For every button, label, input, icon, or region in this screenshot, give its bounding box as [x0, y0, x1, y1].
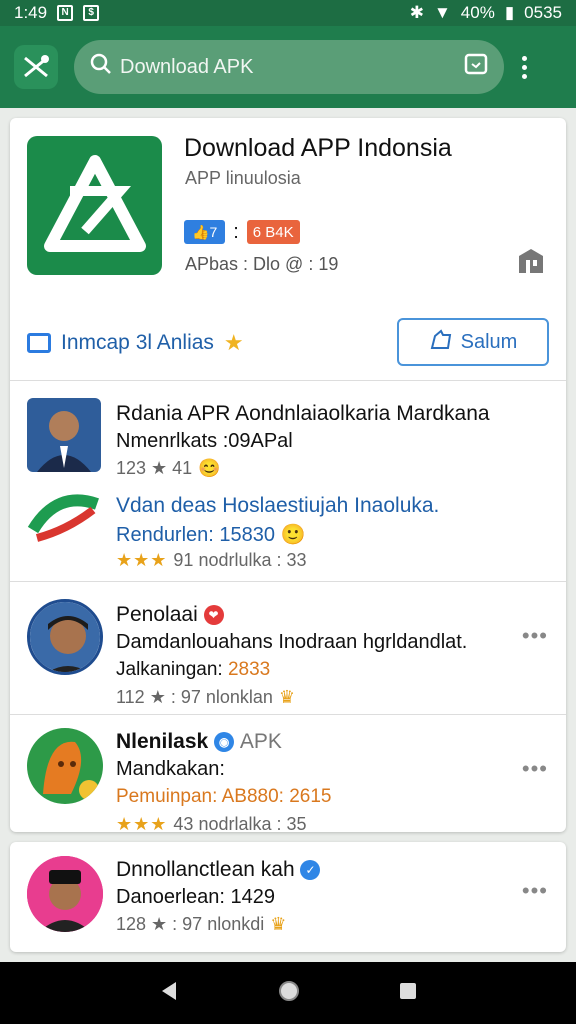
- status-clock-right: 0535: [524, 3, 562, 22]
- salam-button[interactable]: Salum: [397, 318, 549, 366]
- recents-icon[interactable]: [398, 981, 418, 1006]
- search-icon: [90, 53, 112, 81]
- item-meta: 123 ★ 41 😊: [116, 458, 221, 478]
- home-icon[interactable]: [277, 979, 301, 1008]
- item-title: Dnnollanctlean kah ✓: [116, 858, 321, 882]
- action-row: Inmcap 3l Anlias ★ Salum: [27, 318, 549, 366]
- character-avatar: [27, 728, 103, 804]
- item-title: Vdan deas Hoslaestiujah Inaoluka.: [116, 494, 440, 517]
- app-icon: [27, 136, 162, 275]
- app-title: Download APP Indonsia: [184, 134, 452, 162]
- item-meta: ★★★ 43 nodrlalka : 35: [116, 814, 307, 834]
- status-bar: 1:49 N $ ✱ ▼ 40% ▮ 0535: [0, 0, 576, 26]
- item-subtitle: Damdanlouahans Inodraan hgrldandlat.: [116, 631, 468, 653]
- item-detail: Jalkaningan: 2833: [116, 659, 271, 680]
- like-badge: 👍 7: [184, 220, 226, 244]
- list-item[interactable]: Rdania APR Aondnlaiaolkaria Mardkana Nme…: [10, 380, 566, 478]
- main-card: Download APP Indonsia APP linuulosia 👍 7 …: [10, 118, 566, 834]
- money-notification-icon: $: [83, 5, 100, 21]
- more-options-icon[interactable]: •••: [522, 756, 548, 782]
- list-item[interactable]: Penolaai ❤ Damdanlouahans Inodraan hgrld…: [10, 581, 566, 713]
- item-title: Nlenilask ◉ APK: [116, 730, 282, 753]
- badge-separator: :: [233, 220, 239, 243]
- wifi-icon: ▼: [433, 3, 451, 22]
- hand-icon: [429, 328, 453, 356]
- item-title: Rdania APR Aondnlaiaolkaria Mardkana: [116, 402, 490, 425]
- avatar: [27, 599, 103, 675]
- more-options-icon[interactable]: •••: [522, 623, 548, 649]
- search-input[interactable]: Download APK: [74, 40, 504, 94]
- app-logo-icon[interactable]: [14, 45, 58, 89]
- system-nav-bar: [0, 962, 576, 1024]
- battery-percent: 40%: [460, 3, 495, 22]
- more-options-icon[interactable]: •••: [522, 878, 548, 904]
- building-icon[interactable]: [516, 246, 546, 276]
- item-title: Penolaai ❤: [116, 603, 224, 627]
- app-subtitle: APP linuulosia: [185, 168, 301, 188]
- info-link-label: Inmcap 3l Anlias: [61, 331, 214, 354]
- avatar: [27, 856, 103, 932]
- star-icon: ★: [223, 330, 244, 355]
- item-subtitle: Rendurlen: 15830 🙂: [116, 524, 306, 546]
- item-meta: ★★★ 91 nodrlulka : 33: [116, 550, 307, 570]
- status-time: 1:49: [14, 3, 48, 22]
- wave-logo-icon: [27, 490, 103, 550]
- item-meta: 128 ★ : 97 nlonkdi ♛: [116, 914, 287, 934]
- item-subtitle: Mandkakan:: [116, 758, 225, 780]
- app-badges: 👍 7 : 6 B4K: [184, 220, 300, 244]
- app-meta: APbas : Dlo @ : 19: [185, 254, 339, 274]
- window-icon: [27, 333, 51, 353]
- back-icon[interactable]: [158, 980, 180, 1007]
- notification-icon: N: [57, 5, 74, 21]
- search-placeholder: Download APK: [120, 55, 254, 78]
- bluetooth-icon: ✱: [409, 3, 424, 22]
- item-subtitle: Danoerlean: 1429: [116, 886, 276, 908]
- crown-icon: ♛: [270, 914, 287, 934]
- battery-icon: ▮: [504, 3, 515, 22]
- emoji-icon: 😊: [198, 458, 221, 478]
- crown-icon: ♛: [278, 687, 296, 707]
- heart-badge-icon: ❤: [203, 605, 224, 626]
- item-detail: Pemuinpan: AB880: 2615: [116, 786, 332, 807]
- salam-button-label: Salum: [460, 330, 518, 353]
- overflow-menu-icon[interactable]: [522, 55, 527, 79]
- item-meta: 112 ★ : 97 nlonklan ♛: [116, 687, 296, 707]
- verified-icon: ✓: [300, 860, 321, 881]
- scan-icon[interactable]: [464, 53, 488, 81]
- list-item[interactable]: Dnnollanctlean kah ✓ Danoerlean: 1429 12…: [10, 842, 566, 952]
- avatar: [27, 398, 101, 472]
- info-link[interactable]: Inmcap 3l Anlias ★: [27, 330, 244, 356]
- app-bar: Download APK: [0, 26, 576, 108]
- globe-icon: ◉: [214, 732, 235, 753]
- emoji-icon: 🙂: [280, 524, 306, 546]
- list-item[interactable]: Nlenilask ◉ APK Mandkakan: Pemuinpan: AB…: [10, 714, 566, 834]
- list-item[interactable]: Vdan deas Hoslaestiujah Inaoluka. Rendur…: [10, 480, 566, 580]
- item-subtitle: Nmenrlkats :09APal: [116, 430, 293, 452]
- size-badge: 6 B4K: [246, 220, 300, 244]
